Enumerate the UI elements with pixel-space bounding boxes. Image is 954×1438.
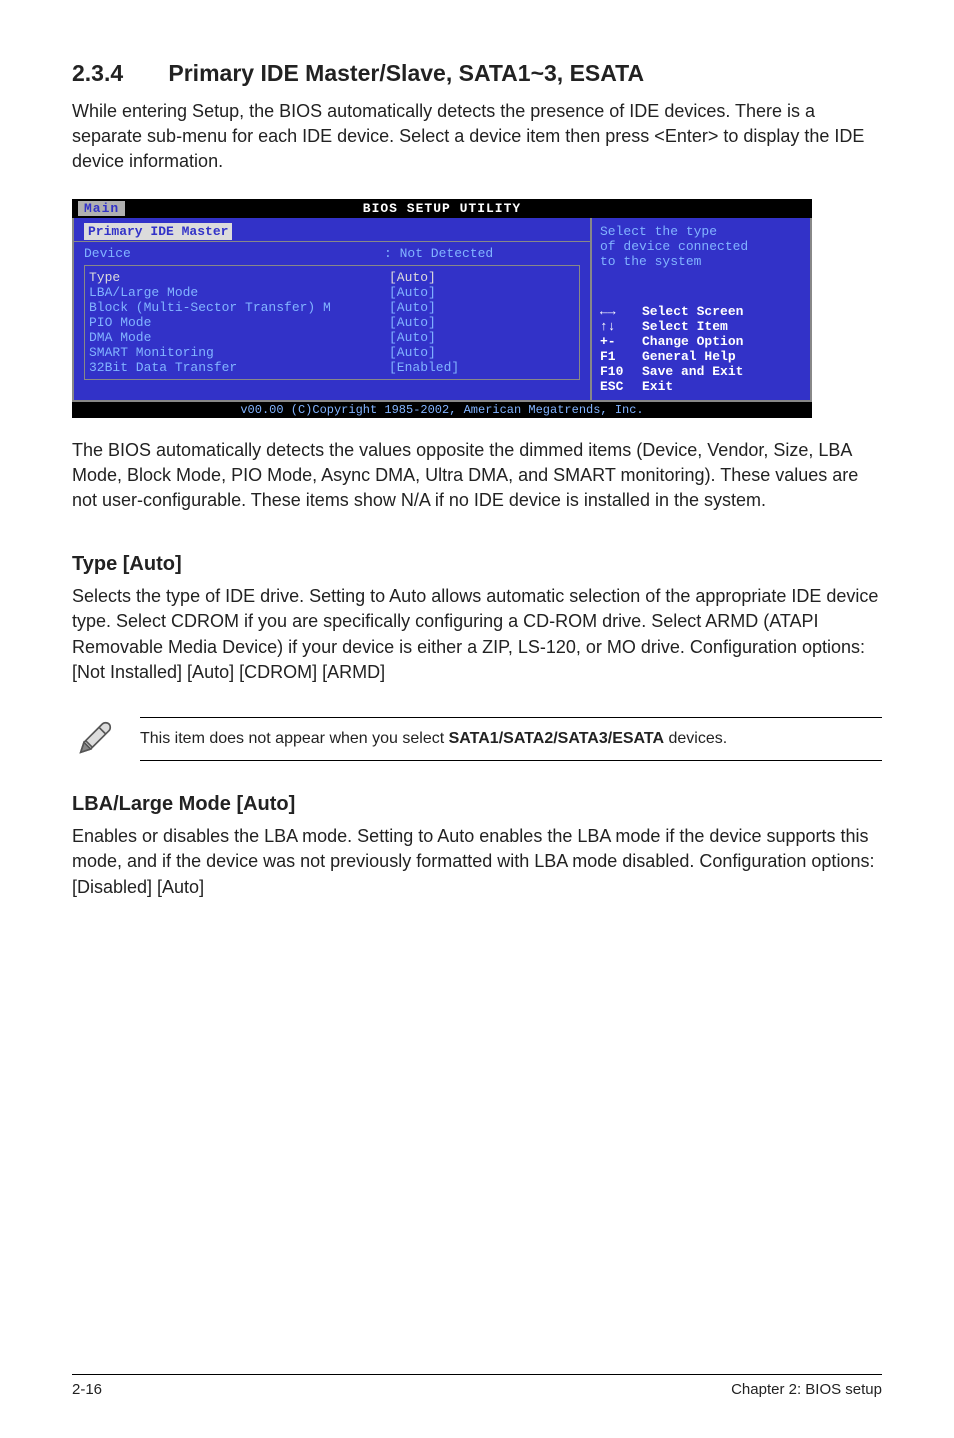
bios-row-label: Type bbox=[89, 270, 389, 285]
bios-options-group: Type[Auto] LBA/Large Mode[Auto] Block (M… bbox=[84, 265, 580, 380]
bios-row-label: 32Bit Data Transfer bbox=[89, 360, 389, 375]
bios-device-value: : Not Detected bbox=[384, 246, 493, 261]
paragraph-type: Selects the type of IDE drive. Setting t… bbox=[72, 584, 882, 685]
note-block: This item does not appear when you selec… bbox=[72, 717, 882, 761]
bios-right-panel: Select the type of device connected to t… bbox=[590, 218, 810, 400]
note-bold: SATA1/SATA2/SATA3/ESATA bbox=[449, 730, 664, 747]
bios-row-label: DMA Mode bbox=[89, 330, 389, 345]
bios-row-value: [Auto] bbox=[389, 270, 436, 285]
paragraph-auto-detect: The BIOS automatically detects the value… bbox=[72, 438, 882, 514]
note-text: This item does not appear when you selec… bbox=[140, 717, 882, 761]
intro-paragraph: While entering Setup, the BIOS automatic… bbox=[72, 99, 882, 175]
bios-device-label: Device bbox=[84, 246, 384, 261]
bios-screenshot: Main BIOS SETUP UTILITY Primary IDE Mast… bbox=[72, 199, 812, 418]
page-footer: 2-16 Chapter 2: BIOS setup bbox=[72, 1374, 882, 1398]
heading-lba: LBA/Large Mode [Auto] bbox=[72, 793, 882, 816]
bios-nav-key: ESC bbox=[600, 379, 642, 394]
bios-hint-line: Select the type bbox=[600, 224, 802, 239]
section-number: 2.3.4 bbox=[72, 60, 162, 87]
bios-nav-desc: Change Option bbox=[642, 334, 743, 349]
bios-title-text: BIOS SETUP UTILITY bbox=[363, 201, 521, 216]
bios-nav-desc: Select Item bbox=[642, 319, 728, 334]
bios-nav-key: +- bbox=[600, 334, 642, 349]
bios-row-value: [Auto] bbox=[389, 300, 436, 315]
bios-row-label: Block (Multi-Sector Transfer) M bbox=[89, 300, 389, 315]
bios-tab-main: Main bbox=[78, 201, 125, 216]
bios-nav-key: F10 bbox=[600, 364, 642, 379]
bios-row-value: [Auto] bbox=[389, 330, 436, 345]
bios-nav-block: ←→Select Screen ↑↓Select Item +-Change O… bbox=[600, 304, 802, 394]
bios-row-value: [Auto] bbox=[389, 345, 436, 360]
bios-hint-line: to the system bbox=[600, 254, 802, 269]
bios-nav-key: ←→ bbox=[600, 304, 642, 319]
bios-nav-desc: Select Screen bbox=[642, 304, 743, 319]
bios-row-label: LBA/Large Mode bbox=[89, 285, 389, 300]
bios-nav-key: ↑↓ bbox=[600, 319, 642, 334]
note-post: devices. bbox=[664, 730, 727, 747]
bios-row-label: SMART Monitoring bbox=[89, 345, 389, 360]
bios-row-label: PIO Mode bbox=[89, 315, 389, 330]
section-title: Primary IDE Master/Slave, SATA1~3, ESATA bbox=[168, 60, 644, 86]
bios-nav-desc: Exit bbox=[642, 379, 673, 394]
footer-chapter: Chapter 2: BIOS setup bbox=[731, 1381, 882, 1398]
pencil-icon bbox=[72, 717, 116, 761]
bios-row-value: [Auto] bbox=[389, 285, 436, 300]
heading-type: Type [Auto] bbox=[72, 553, 882, 576]
footer-page-number: 2-16 bbox=[72, 1381, 102, 1398]
paragraph-lba: Enables or disables the LBA mode. Settin… bbox=[72, 824, 882, 900]
bios-nav-key: F1 bbox=[600, 349, 642, 364]
bios-row-value: [Enabled] bbox=[389, 360, 459, 375]
bios-header: Primary IDE Master bbox=[84, 223, 232, 240]
note-pre: This item does not appear when you selec… bbox=[140, 730, 449, 747]
bios-title-bar: Main BIOS SETUP UTILITY bbox=[72, 199, 812, 218]
bios-copyright: v00.00 (C)Copyright 1985-2002, American … bbox=[72, 402, 812, 418]
bios-left-panel: Primary IDE Master Device : Not Detected… bbox=[74, 218, 590, 400]
bios-hint-line: of device connected bbox=[600, 239, 802, 254]
bios-row-value: [Auto] bbox=[389, 315, 436, 330]
bios-nav-desc: General Help bbox=[642, 349, 736, 364]
bios-nav-desc: Save and Exit bbox=[642, 364, 743, 379]
section-heading: 2.3.4 Primary IDE Master/Slave, SATA1~3,… bbox=[72, 60, 882, 87]
